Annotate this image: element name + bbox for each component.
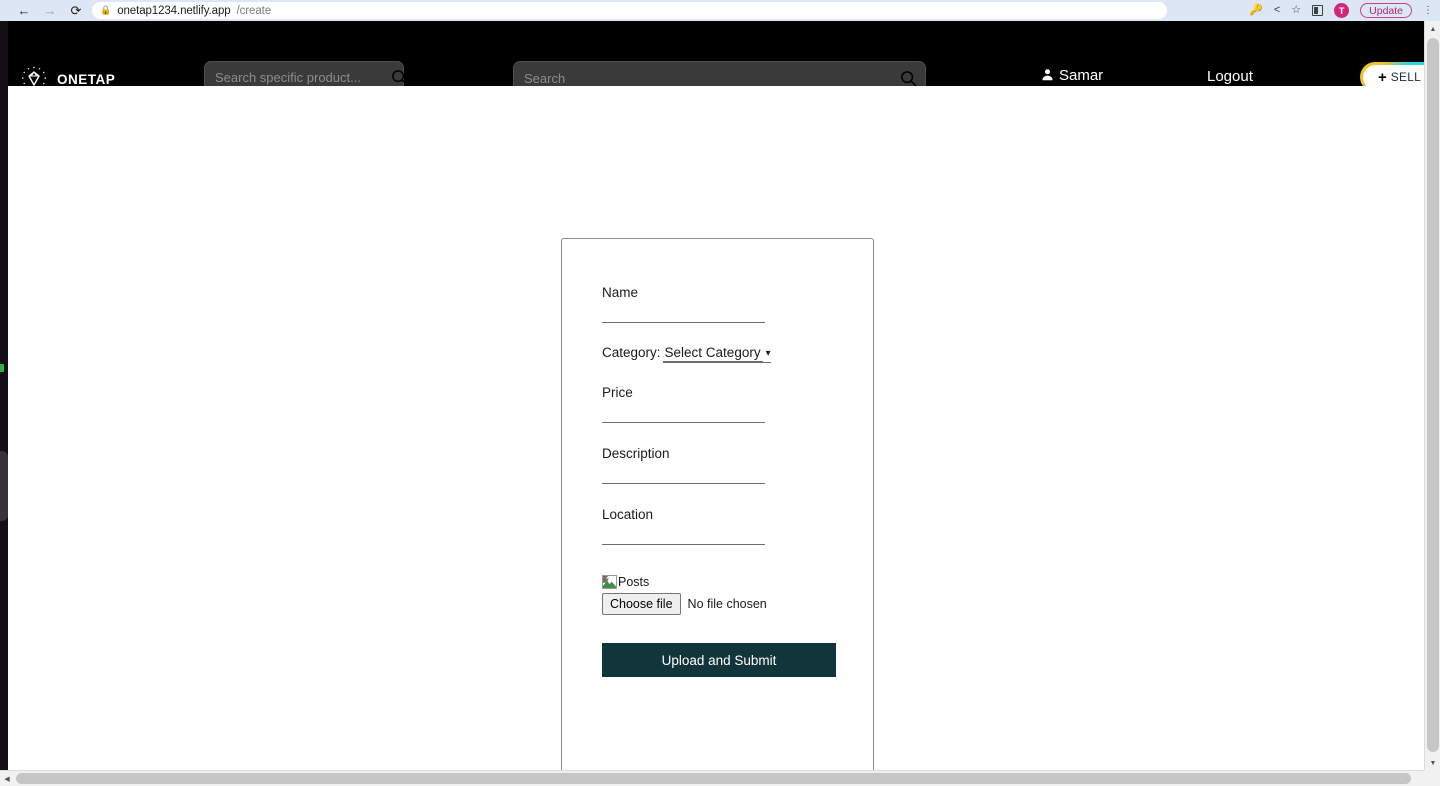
lock-icon: 🔒 bbox=[100, 5, 112, 15]
browser-toolbar: ← → ⟳ 🔒 onetap1234.netlify.app/create 🔑 … bbox=[0, 0, 1440, 21]
upload-and-submit-button[interactable]: Upload and Submit bbox=[602, 643, 836, 678]
site-navbar: ONETAP Search specific product... Search… bbox=[8, 21, 1439, 95]
logo-text: ONETAP bbox=[57, 71, 116, 87]
category-label: Category: bbox=[602, 345, 661, 360]
forward-arrow-icon[interactable]: → bbox=[42, 3, 58, 19]
image-alt-text: Posts bbox=[618, 575, 650, 589]
star-icon[interactable]: ☆ bbox=[1291, 5, 1301, 16]
back-arrow-icon[interactable]: ← bbox=[16, 3, 32, 19]
side-panel-icon[interactable] bbox=[1312, 5, 1324, 16]
nav-user-name: Samar bbox=[1059, 67, 1104, 84]
chevron-down-icon: ▾ bbox=[765, 347, 771, 359]
location-label: Location bbox=[602, 507, 654, 522]
field-location: Location bbox=[602, 507, 833, 545]
field-image-upload: Posts Choose file No file chosen bbox=[602, 575, 833, 616]
choose-file-button[interactable]: Choose file bbox=[602, 593, 681, 616]
page-content: Name Category: Select Category ▾ Price D… bbox=[8, 86, 1424, 776]
search-icon-global[interactable] bbox=[895, 70, 921, 87]
file-status-text: No file chosen bbox=[687, 597, 767, 612]
key-icon[interactable]: 🔑 bbox=[1249, 5, 1263, 16]
location-input[interactable] bbox=[602, 544, 765, 545]
field-price: Price bbox=[602, 385, 833, 423]
profile-avatar[interactable]: T bbox=[1334, 3, 1350, 18]
update-button[interactable]: Update bbox=[1360, 3, 1412, 18]
search-icon[interactable] bbox=[391, 69, 408, 86]
field-category: Category: Select Category ▾ bbox=[602, 345, 833, 363]
nav-user-link[interactable]: Samar bbox=[1041, 67, 1104, 88]
broken-image-preview: Posts bbox=[602, 575, 833, 589]
plus-icon: + bbox=[1378, 68, 1387, 86]
category-select[interactable]: Select Category ▾ bbox=[662, 345, 771, 363]
kebab-menu-icon[interactable]: ⋮ bbox=[1423, 5, 1433, 16]
vertical-scrollbar[interactable]: ▲ ▼ bbox=[1424, 21, 1440, 771]
name-label: Name bbox=[602, 285, 639, 300]
form-fields: Name Category: Select Category ▾ Price D… bbox=[562, 239, 873, 678]
browser-window: ← → ⟳ 🔒 onetap1234.netlify.app/create 🔑 … bbox=[0, 0, 1440, 786]
url-host: onetap1234.netlify.app bbox=[117, 4, 231, 17]
horizontal-scrollbar[interactable]: ◀ ▶ bbox=[0, 770, 1440, 786]
url-path: /create bbox=[236, 4, 272, 17]
horizontal-scroll-thumb[interactable] bbox=[16, 773, 1411, 784]
create-listing-form: Name Category: Select Category ▾ Price D… bbox=[561, 238, 874, 776]
scrollbar-corner bbox=[1424, 770, 1440, 786]
search-input[interactable] bbox=[514, 70, 895, 86]
field-name: Name bbox=[602, 285, 833, 323]
scroll-left-icon[interactable]: ◀ bbox=[0, 771, 14, 786]
description-label: Description bbox=[602, 446, 670, 461]
browser-actions: 🔑 < ☆ T Update ⋮ bbox=[1249, 0, 1433, 21]
scroll-up-icon[interactable]: ▲ bbox=[1425, 21, 1440, 37]
field-description: Description bbox=[602, 446, 833, 484]
scroll-down-icon[interactable]: ▼ bbox=[1425, 755, 1440, 771]
sell-button-label: SELL bbox=[1390, 70, 1421, 84]
file-input-row[interactable]: Choose file No file chosen bbox=[602, 593, 833, 616]
price-label: Price bbox=[602, 385, 633, 400]
vertical-scroll-thumb[interactable] bbox=[1427, 38, 1439, 752]
category-selected-value: Select Category bbox=[662, 345, 763, 362]
broken-image-icon bbox=[602, 575, 617, 589]
address-bar[interactable]: 🔒 onetap1234.netlify.app/create bbox=[92, 2, 1167, 19]
share-icon[interactable]: < bbox=[1274, 5, 1280, 16]
person-icon bbox=[1041, 68, 1054, 83]
panel-blob bbox=[0, 451, 8, 521]
offscreen-panel-edge bbox=[0, 21, 8, 786]
reload-icon[interactable]: ⟳ bbox=[68, 3, 84, 19]
navigation-controls: ← → ⟳ bbox=[0, 3, 84, 19]
search-specific-product-input[interactable] bbox=[205, 70, 391, 85]
panel-green-marker bbox=[0, 364, 4, 372]
logout-link[interactable]: Logout bbox=[1207, 68, 1253, 85]
